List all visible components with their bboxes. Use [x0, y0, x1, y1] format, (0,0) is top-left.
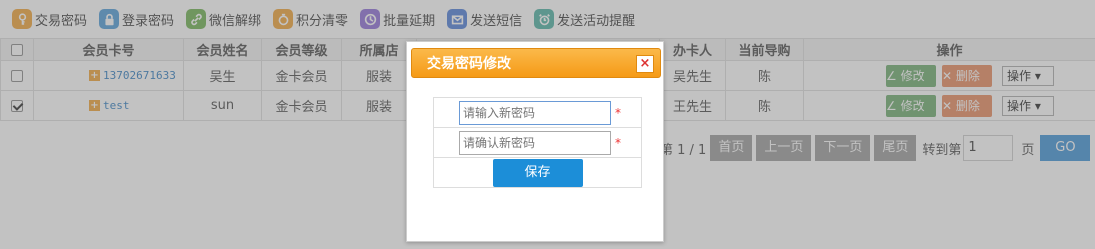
- form-row: *: [433, 127, 642, 158]
- new-password-input[interactable]: [459, 100, 611, 125]
- form-row: *: [433, 97, 642, 128]
- required-mark: *: [615, 105, 621, 120]
- password-form: * * 保存: [433, 97, 642, 188]
- close-icon[interactable]: ×: [636, 55, 654, 73]
- save-button[interactable]: 保存: [492, 158, 583, 187]
- form-row: 保存: [433, 157, 642, 188]
- modal-header: 交易密码修改 ×: [411, 48, 661, 78]
- modal-title: 交易密码修改: [427, 56, 511, 72]
- required-mark: *: [615, 135, 621, 150]
- confirm-password-input[interactable]: [459, 130, 611, 155]
- password-modal: 交易密码修改 × * * 保存: [406, 41, 664, 242]
